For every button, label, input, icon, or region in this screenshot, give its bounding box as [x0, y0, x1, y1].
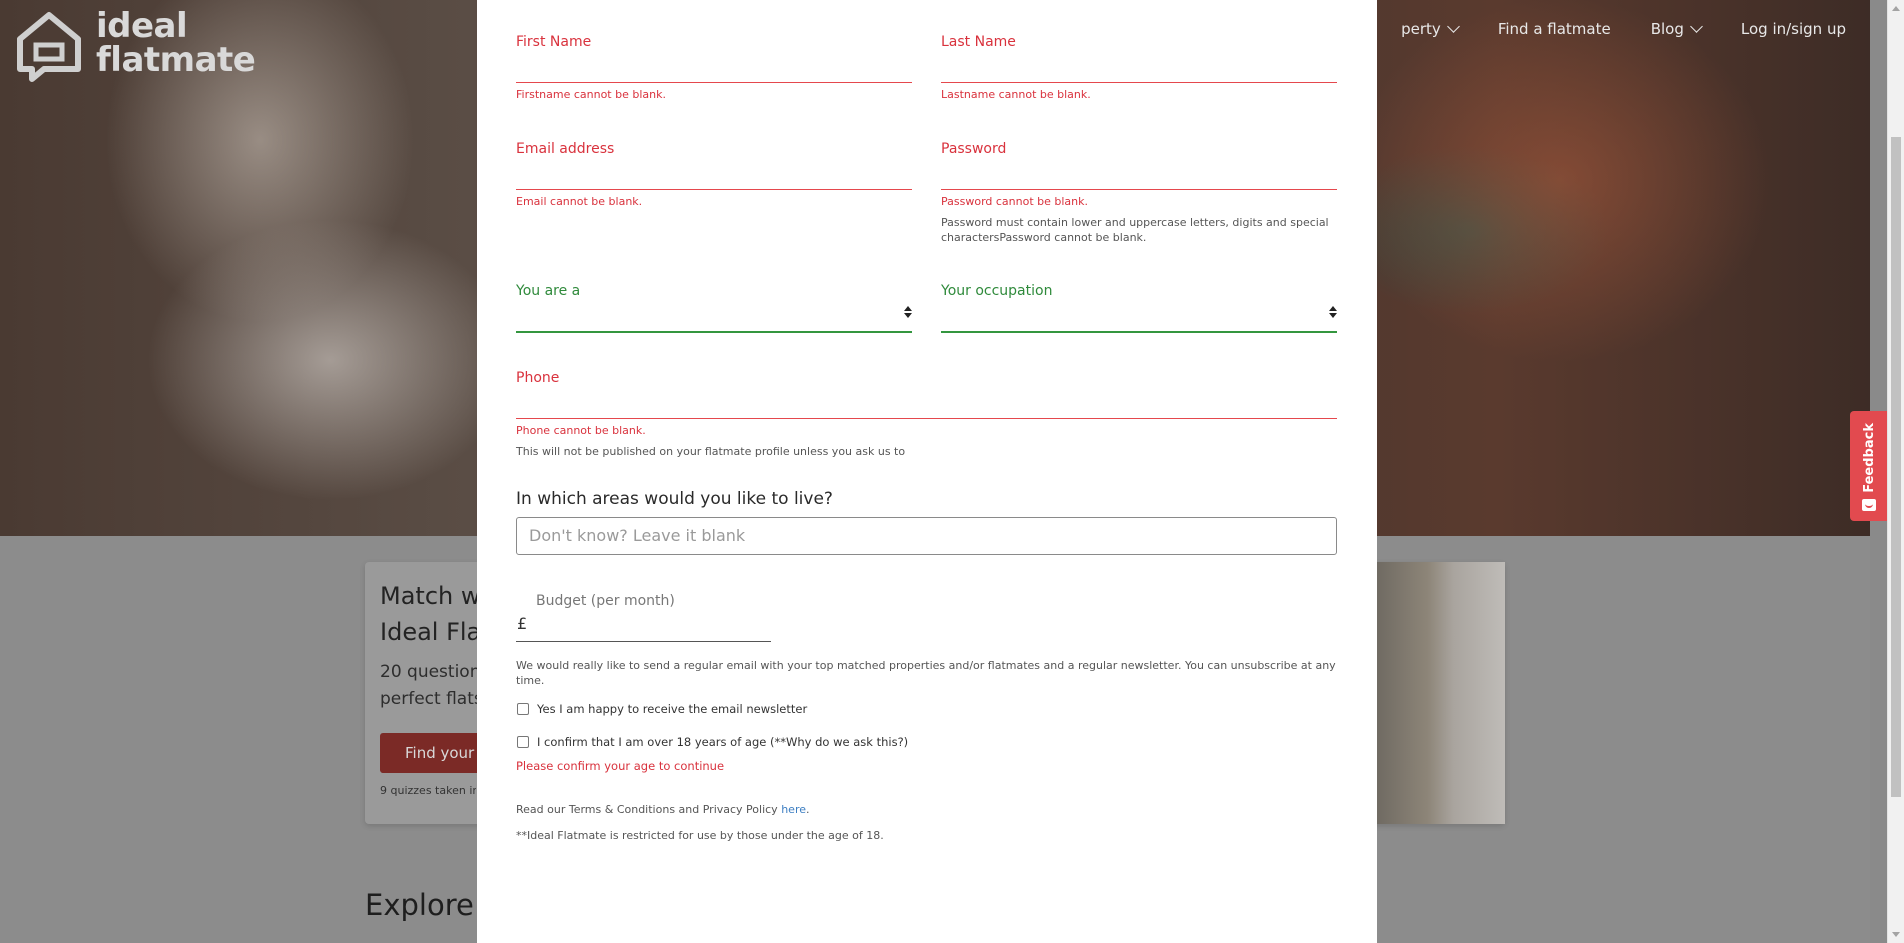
budget-currency: £: [517, 614, 528, 633]
match-card-text: 20 questions perfect flats: [380, 659, 489, 713]
terms-link[interactable]: here: [781, 803, 806, 816]
chevron-down-icon: [1690, 20, 1703, 33]
nav-item-find-flatmate[interactable]: Find a flatmate: [1498, 20, 1611, 38]
bedroom-photo: [1376, 562, 1505, 824]
newsletter-checkbox[interactable]: [517, 703, 529, 715]
first-name-field[interactable]: First Name Firstname cannot be blank.: [516, 34, 912, 101]
nav-item-find-flatmate-label: Find a flatmate: [1497, 20, 1611, 38]
first-name-error: Firstname cannot be blank.: [516, 88, 666, 101]
occupation-select[interactable]: Your occupation: [941, 283, 1337, 333]
budget-label: Budget (per month): [536, 593, 675, 609]
phone-input[interactable]: [516, 418, 1337, 419]
logo-line-2: flatmate: [96, 40, 256, 80]
select-updown-icon: [904, 306, 912, 318]
password-hint-line-1: Password must contain lower and uppercas…: [941, 216, 1329, 229]
last-name-input[interactable]: [941, 82, 1337, 83]
last-name-label: Last Name: [941, 34, 1016, 50]
budget-input[interactable]: [516, 641, 771, 642]
phone-hint: This will not be published on your flatm…: [516, 445, 906, 458]
logo-line-1: ideal: [96, 6, 188, 46]
password-input[interactable]: [941, 189, 1337, 190]
occupation-underline: [941, 331, 1337, 333]
terms-prefix: Read our Terms & Conditions and Privacy …: [516, 803, 782, 816]
find-your-match-button[interactable]: Find your m: [380, 733, 480, 773]
terms-period: .: [806, 803, 810, 816]
feedback-tab[interactable]: Feedback: [1850, 411, 1888, 521]
email-input[interactable]: [516, 189, 912, 190]
explore-heading: Explore: [365, 888, 474, 922]
password-error: Password cannot be blank.: [941, 195, 1089, 208]
terms-text: Read our Terms & Conditions and Privacy …: [516, 803, 810, 816]
email-label: Email address: [516, 141, 615, 157]
page-scrollbar[interactable]: [1887, 0, 1904, 943]
age-checkbox-row[interactable]: I confirm that I am over 18 years of age…: [517, 735, 908, 749]
age-error: Please confirm your age to continue: [516, 759, 725, 773]
first-name-label: First Name: [516, 34, 592, 50]
age-checkbox[interactable]: [517, 736, 529, 748]
match-card-title: Match w Ideal Fla: [380, 578, 481, 650]
you-are-label: You are a: [516, 283, 581, 299]
password-label: Password: [941, 141, 1007, 157]
nav-item-property-label: perty: [1401, 20, 1441, 38]
match-text-line-1: 20 questions: [380, 662, 490, 682]
newsletter-description: We would really like to send a regular e…: [516, 659, 1336, 687]
nav-item-blog-label: Blog: [1650, 20, 1684, 38]
logo-wordmark: ideal flatmate: [96, 6, 256, 80]
feedback-label: Feedback: [1861, 423, 1877, 493]
you-are-underline: [516, 331, 912, 333]
top-navigation: perty Find a flatmate Blog Log in/sign u…: [1361, 20, 1846, 38]
nav-item-login-label: Log in/sign up: [1740, 20, 1846, 38]
phone-field[interactable]: Phone Phone cannot be blank. This will n…: [516, 370, 1337, 458]
last-name-error: Lastname cannot be blank.: [941, 88, 1091, 101]
scroll-down-arrow-icon[interactable]: [1892, 932, 1900, 937]
first-name-input[interactable]: [516, 82, 912, 83]
select-updown-icon: [1329, 306, 1337, 318]
occupation-label: Your occupation: [941, 283, 1053, 299]
newsletter-checkbox-row[interactable]: Yes I am happy to receive the email news…: [517, 702, 807, 716]
age-restriction-note: **Ideal Flatmate is restricted for use b…: [516, 829, 884, 842]
phone-error: Phone cannot be blank.: [516, 424, 646, 437]
password-hint-line-2: charactersPassword cannot be blank.: [941, 231, 1147, 244]
nav-item-blog[interactable]: Blog: [1650, 20, 1703, 38]
email-error: Email cannot be blank.: [516, 195, 643, 208]
quizzes-taken-text: 9 quizzes taken in: [380, 784, 476, 797]
last-name-field[interactable]: Last Name Lastname cannot be blank.: [941, 34, 1337, 101]
site-logo[interactable]: ideal flatmate: [14, 6, 256, 83]
nav-item-login[interactable]: Log in/sign up: [1741, 20, 1846, 38]
password-hint: Password must contain lower and uppercas…: [941, 215, 1337, 245]
nav-item-property[interactable]: perty: [1401, 20, 1460, 38]
logo-house-chat-icon: [17, 12, 81, 82]
chevron-down-icon: [1446, 20, 1460, 33]
newsletter-checkbox-label: Yes I am happy to receive the email news…: [537, 702, 808, 716]
you-are-select[interactable]: You are a: [516, 283, 912, 333]
password-field[interactable]: Password Password cannot be blank. Passw…: [941, 141, 1337, 244]
scroll-up-arrow-icon[interactable]: [1892, 6, 1900, 11]
feedback-smile-icon: [1862, 499, 1876, 511]
email-field[interactable]: Email address Email cannot be blank.: [516, 141, 912, 208]
areas-question: In which areas would you like to live?: [516, 489, 833, 509]
match-title-line-1: Match w: [380, 582, 481, 610]
age-checkbox-label: I confirm that I am over 18 years of age…: [537, 735, 909, 749]
scrollbar-thumb[interactable]: [1891, 137, 1901, 797]
phone-label: Phone: [516, 370, 560, 386]
match-title-line-2: Ideal Fla: [380, 618, 482, 646]
match-text-line-2: perfect flats: [380, 689, 483, 709]
areas-input[interactable]: Don't know? Leave it blank: [516, 517, 1337, 555]
